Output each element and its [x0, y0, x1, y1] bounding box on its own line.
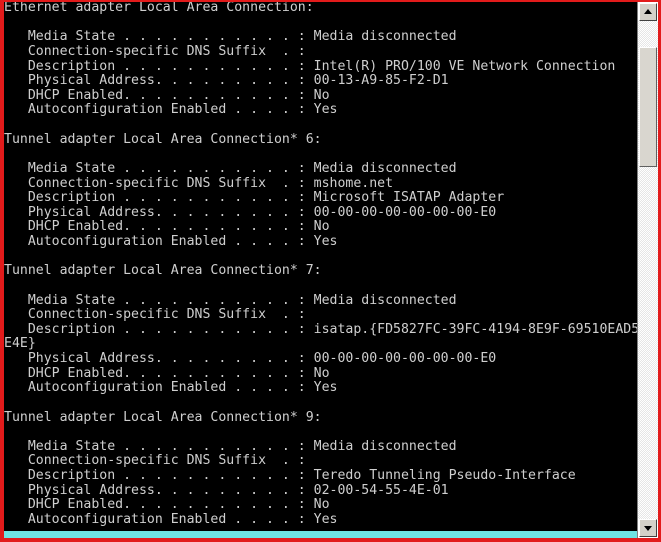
vertical-scrollbar[interactable]	[637, 2, 658, 538]
scrollbar-thumb[interactable]	[639, 47, 657, 167]
console-output-area[interactable]: Ethernet adapter Local Area Connection: …	[4, 2, 637, 538]
console-text: Ethernet adapter Local Area Connection: …	[4, 2, 637, 527]
console-window: Ethernet adapter Local Area Connection: …	[0, 0, 661, 542]
triangle-down-icon	[644, 526, 652, 531]
selection-highlight-strip	[4, 531, 637, 538]
scroll-up-button[interactable]	[639, 3, 657, 21]
scroll-down-button[interactable]	[639, 519, 657, 537]
triangle-up-icon	[644, 9, 652, 14]
